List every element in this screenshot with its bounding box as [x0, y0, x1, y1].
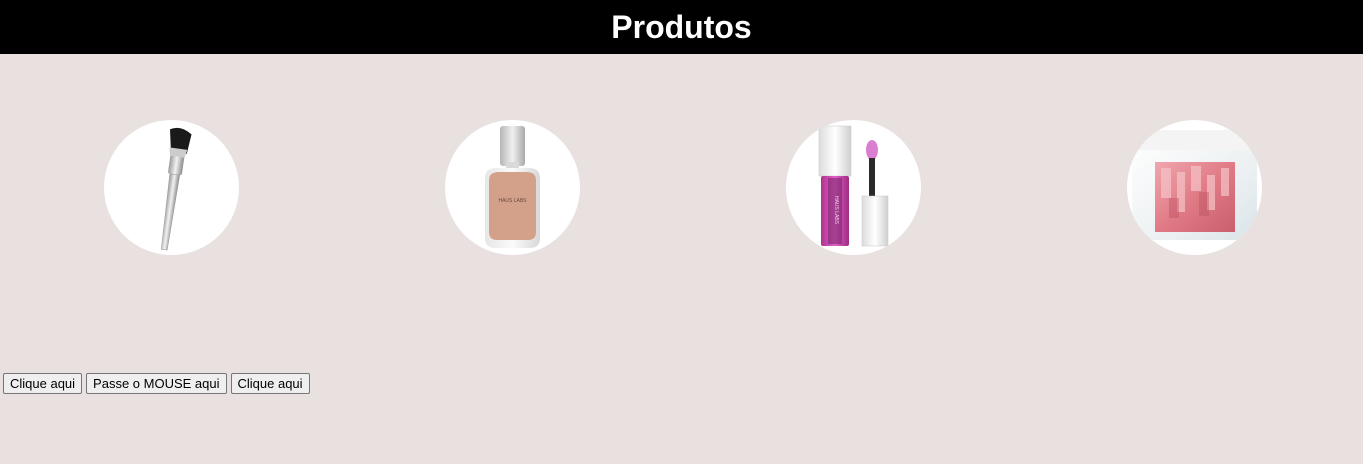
hover-here-button[interactable]: Passe o MOUSE aqui: [86, 373, 227, 394]
click-here-button-2[interactable]: Clique aqui: [230, 373, 310, 394]
blush-compact-icon: [1132, 130, 1257, 240]
page-title: Produtos: [611, 8, 752, 45]
page-header: Produtos: [0, 0, 1363, 54]
button-group: Clique aqui Passe o MOUSE aqui Clique aq…: [3, 373, 310, 394]
lip-gloss-icon: HAUS LABS: [818, 125, 889, 247]
product-brand: HAUS LABS: [498, 198, 527, 204]
makeup-brush-icon: [160, 127, 192, 251]
product-brand: HAUS LABS: [833, 196, 839, 225]
product-image-lipgloss[interactable]: HAUS LABS: [786, 120, 921, 255]
product-image-brush[interactable]: [104, 120, 239, 255]
click-here-button-1[interactable]: Clique aqui: [3, 373, 83, 394]
product-image-blush[interactable]: [1127, 120, 1262, 255]
product-image-foundation[interactable]: HAUS LABS: [445, 120, 580, 255]
foundation-bottle-icon: HAUS LABS: [485, 126, 540, 248]
products-row: HAUS LABS HAUS LABS: [0, 54, 1363, 354]
